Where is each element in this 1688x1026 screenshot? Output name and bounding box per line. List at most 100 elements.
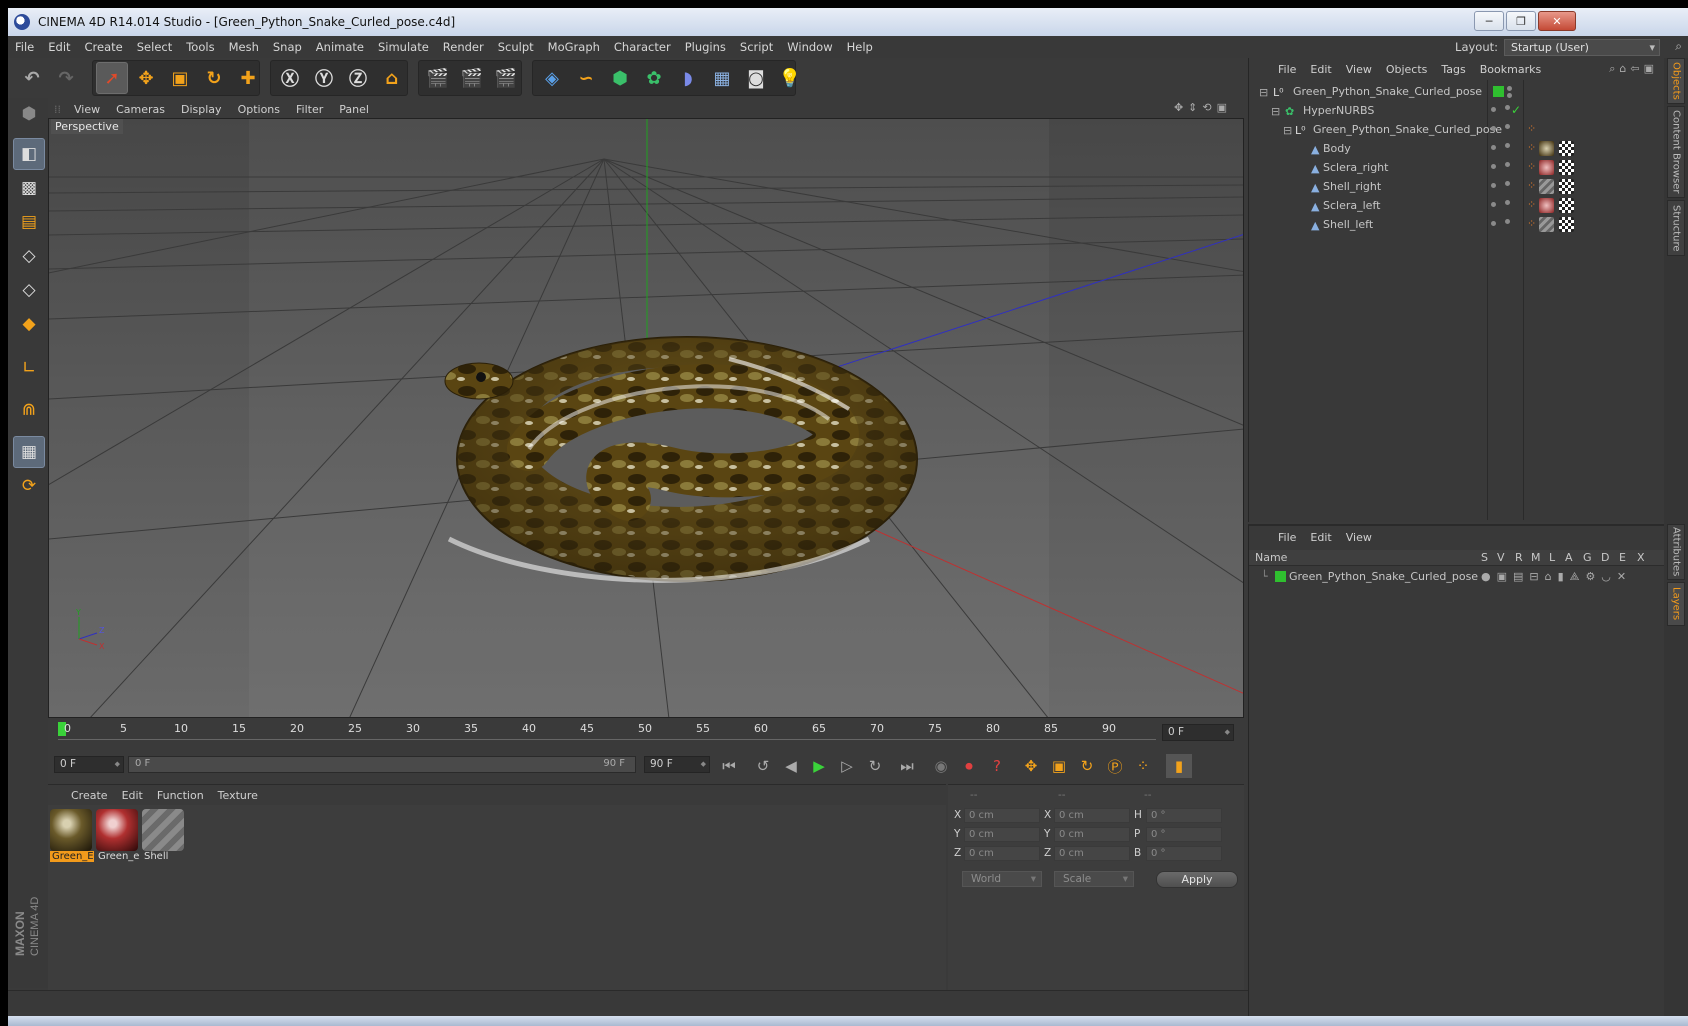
menu-mesh[interactable]: Mesh <box>222 40 266 54</box>
material-tag-icon[interactable] <box>1539 160 1554 175</box>
key-parameter-icon[interactable]: Ⓟ <box>1102 754 1128 778</box>
object-row[interactable]: ▲ Shell_left ⁘ <box>1249 215 1665 234</box>
rotate-icon[interactable]: ↻ <box>198 62 230 94</box>
size-z-field[interactable]: 0 cm <box>1054 846 1130 861</box>
menu-render[interactable]: Render <box>436 40 491 54</box>
tab-objects[interactable]: Objects <box>1667 58 1685 104</box>
move-icon[interactable]: ✥ <box>130 62 162 94</box>
start-frame-field[interactable]: 0 F <box>54 756 124 773</box>
record-keys-icon[interactable]: ◉ <box>928 754 954 778</box>
floor-icon[interactable]: ▦ <box>706 62 738 94</box>
render-settings-icon[interactable]: 🎬 <box>490 62 522 94</box>
phong-tag-icon[interactable]: ⁘ <box>1527 160 1536 173</box>
object-menu-objects[interactable]: Objects <box>1379 63 1435 76</box>
search-icon[interactable]: ⌕ <box>1675 39 1682 54</box>
autokey-icon[interactable]: ⏺ <box>956 754 982 778</box>
material-tag-icon[interactable] <box>1539 141 1554 156</box>
layer-row[interactable]: └ Green_Python_Snake_Curled_pose ●▣▤⊟⌂▮⟁… <box>1249 568 1665 586</box>
viewport-menu-view[interactable]: View <box>66 103 108 116</box>
layer-menu-file[interactable]: File <box>1271 531 1303 544</box>
editor-visibility-dot[interactable] <box>1491 126 1496 131</box>
keyframe-selection-icon[interactable]: ? <box>984 754 1010 778</box>
goto-end-icon[interactable]: ⏭ <box>894 754 920 778</box>
snap-icon[interactable]: ⋒ <box>13 394 45 426</box>
menu-simulate[interactable]: Simulate <box>371 40 436 54</box>
menu-character[interactable]: Character <box>607 40 678 54</box>
column-name[interactable]: Name <box>1255 551 1287 564</box>
array-icon[interactable]: ✿ <box>638 62 670 94</box>
rot-b-field[interactable]: 0 ° <box>1146 846 1222 861</box>
play-icon[interactable]: ▶ <box>806 754 832 778</box>
size-y-field[interactable]: 0 cm <box>1054 827 1130 842</box>
current-frame-field[interactable]: 0 F <box>1162 724 1234 741</box>
key-scale-icon[interactable]: ▣ <box>1046 754 1072 778</box>
object-manager-nav-icons[interactable]: ⌕⌂⇦▣ <box>1609 62 1658 76</box>
key-pla-icon[interactable]: ⁘ <box>1130 754 1156 778</box>
render-visibility-dot[interactable] <box>1507 93 1512 98</box>
render-visibility-dot[interactable] <box>1505 162 1510 167</box>
menu-snap[interactable]: Snap <box>266 40 309 54</box>
apply-button[interactable]: Apply <box>1156 871 1238 888</box>
phong-tag-icon[interactable]: ⁘ <box>1527 217 1536 230</box>
z-axis-lock-icon[interactable]: Ⓩ <box>342 62 374 94</box>
axis-mode-icon[interactable]: ∟ <box>13 352 45 384</box>
coordinate-space-dropdown[interactable]: World <box>962 871 1042 887</box>
menu-sculpt[interactable]: Sculpt <box>491 40 541 54</box>
render-visibility-dot[interactable] <box>1505 181 1510 186</box>
y-axis-lock-icon[interactable]: Ⓨ <box>308 62 340 94</box>
menu-window[interactable]: Window <box>780 40 839 54</box>
object-row[interactable]: ▲ Body ⁘ <box>1249 139 1665 158</box>
collapse-icon[interactable]: ⊟ <box>1271 105 1282 118</box>
viewport-nav-icons[interactable]: ✥⇕⟲▣ <box>1174 101 1232 114</box>
camera-icon[interactable]: ◙ <box>740 62 772 94</box>
layer-menu-edit[interactable]: Edit <box>1303 531 1338 544</box>
column-deformers[interactable]: D <box>1601 551 1609 564</box>
nurbs-icon[interactable]: ⬢ <box>604 62 636 94</box>
render-visibility-dot[interactable] <box>1505 124 1510 129</box>
coordinate-system-icon[interactable]: ⌂ <box>376 62 408 94</box>
rot-p-field[interactable]: 0 ° <box>1146 827 1222 842</box>
make-editable-icon[interactable]: ⬢ <box>13 98 45 130</box>
phong-tag-icon[interactable]: ⁘ <box>1527 179 1536 192</box>
locked-workplane-icon[interactable]: ⟳ <box>13 470 45 502</box>
editor-visibility-dot[interactable] <box>1491 107 1496 112</box>
menu-tools[interactable]: Tools <box>179 40 221 54</box>
column-render[interactable]: R <box>1515 551 1523 564</box>
object-row[interactable]: ⊟ ✿ HyperNURBS ✓ <box>1249 101 1665 120</box>
uvw-tag-icon[interactable] <box>1559 217 1574 232</box>
cube-icon[interactable]: ◈ <box>536 62 568 94</box>
points-mode-icon[interactable]: ◇ <box>13 240 45 272</box>
model-mode-icon[interactable]: ◧ <box>13 138 45 170</box>
render-visibility-dot[interactable] <box>1505 143 1510 148</box>
last-tool-icon[interactable]: ✚ <box>232 62 264 94</box>
layer-menu-view[interactable]: View <box>1339 531 1379 544</box>
column-manager[interactable]: M <box>1531 551 1541 564</box>
editor-visibility-dot[interactable] <box>1491 183 1496 188</box>
material-tag-icon[interactable] <box>1539 179 1554 194</box>
menu-help[interactable]: Help <box>840 40 880 54</box>
column-solo[interactable]: S <box>1481 551 1488 564</box>
rot-h-field[interactable]: 0 ° <box>1146 808 1222 823</box>
menu-create[interactable]: Create <box>78 40 130 54</box>
range-slider[interactable]: 0 F 90 F <box>128 756 636 773</box>
uvw-tag-icon[interactable] <box>1559 141 1574 156</box>
uvw-tag-icon[interactable] <box>1559 160 1574 175</box>
size-x-field[interactable]: 0 cm <box>1054 808 1130 823</box>
object-menu-view[interactable]: View <box>1339 63 1379 76</box>
minimize-button[interactable]: ─ <box>1474 11 1504 31</box>
object-menu-bookmarks[interactable]: Bookmarks <box>1473 63 1548 76</box>
render-view-icon[interactable]: 🎬 <box>422 62 454 94</box>
editor-visibility-dot[interactable] <box>1491 221 1496 226</box>
layer-toggle-icons[interactable]: ●▣▤⊟⌂▮⟁⚙◡✕ <box>1481 570 1632 584</box>
tab-attributes[interactable]: Attributes <box>1667 524 1685 580</box>
edges-mode-icon[interactable]: ◇ <box>13 274 45 306</box>
column-view[interactable]: V <box>1497 551 1505 564</box>
column-animation[interactable]: A <box>1565 551 1573 564</box>
render-visibility-dot[interactable] <box>1505 105 1510 110</box>
spline-icon[interactable]: ∽ <box>570 62 602 94</box>
layout-dropdown[interactable]: Startup (User) <box>1504 39 1660 56</box>
end-frame-field[interactable]: 90 F <box>644 756 710 773</box>
object-row[interactable]: ▲ Shell_right ⁘ <box>1249 177 1665 196</box>
phong-tag-icon[interactable]: ⁘ <box>1527 141 1536 154</box>
goto-start-icon[interactable]: ⏮ <box>716 754 742 778</box>
